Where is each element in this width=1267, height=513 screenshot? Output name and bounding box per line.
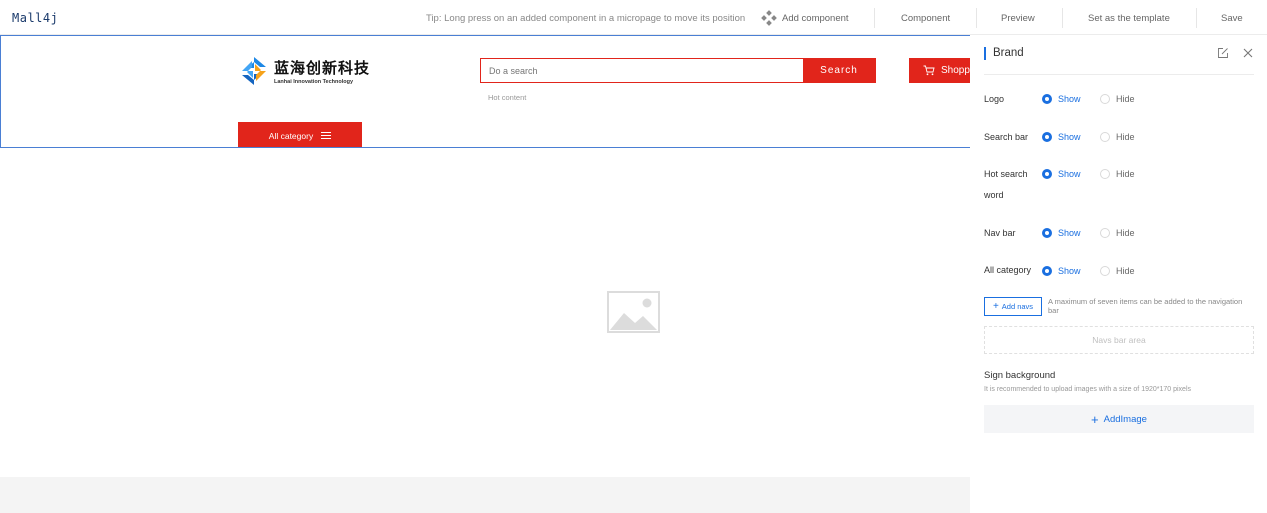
radio-checked-icon — [1042, 266, 1052, 276]
search-bar-show-radio[interactable]: Show — [1042, 132, 1081, 142]
all-category-row-label: All category — [984, 265, 1032, 275]
close-icon[interactable] — [1243, 47, 1253, 59]
add-component-button[interactable]: Add component — [761, 10, 849, 26]
plus-icon: + — [992, 301, 999, 312]
cart-icon — [923, 65, 935, 76]
logo-hide-radio[interactable]: Hide — [1100, 94, 1135, 104]
edit-icon[interactable] — [1217, 47, 1229, 59]
set-template-button[interactable]: Set as the template — [1088, 13, 1170, 24]
component-tab[interactable]: Component — [901, 13, 950, 24]
search-input[interactable] — [481, 59, 803, 82]
radio-checked-icon — [1042, 132, 1052, 142]
hot-content-text[interactable]: Hot content — [488, 93, 526, 102]
move-icon — [761, 10, 777, 26]
logo-show-radio[interactable]: Show — [1042, 94, 1081, 104]
hot-search-show-radio[interactable]: Show — [1042, 169, 1081, 179]
settings-panel: Brand Logo Show Hide Search bar Show Hid… — [970, 35, 1267, 513]
app-logo[interactable]: Mall4j — [12, 11, 58, 25]
list-icon — [321, 131, 332, 140]
save-button[interactable]: Save — [1221, 13, 1243, 24]
brand-mark-icon — [242, 57, 266, 85]
add-navs-label: Add navs — [1001, 302, 1034, 311]
hot-search-hide-radio[interactable]: Hide — [1100, 169, 1135, 179]
micropage-canvas: 蓝海创新科技 Lanhai Innovation Technology Sear… — [0, 35, 970, 513]
all-category-hide-radio[interactable]: Hide — [1100, 266, 1135, 276]
radio-checked-icon — [1042, 228, 1052, 238]
divider — [976, 8, 977, 28]
divider — [1062, 8, 1063, 28]
navs-bar-area[interactable]: Navs bar area — [984, 326, 1254, 354]
radio-unchecked-icon — [1100, 266, 1110, 276]
panel-actions — [1217, 47, 1253, 59]
radio-checked-icon — [1042, 94, 1052, 104]
search-button[interactable]: Search — [803, 59, 875, 82]
brand-logo[interactable]: 蓝海创新科技 Lanhai Innovation Technology — [238, 55, 370, 87]
preview-button[interactable]: Preview — [1001, 13, 1035, 24]
add-image-label: AddImage — [1103, 413, 1147, 425]
panel-title: Brand — [984, 47, 1024, 60]
add-image-button[interactable]: + AddImage — [984, 405, 1254, 433]
brand-text: 蓝海创新科技 Lanhai Innovation Technology — [274, 57, 370, 85]
selected-brand-component[interactable]: 蓝海创新科技 Lanhai Innovation Technology Sear… — [0, 35, 970, 148]
tip-text: Tip: Long press on an added component in… — [426, 13, 746, 24]
brand-name-cn: 蓝海创新科技 — [274, 59, 371, 77]
logo-row-label: Logo — [984, 94, 1005, 104]
search-bar: Search — [480, 58, 876, 83]
nav-bar-show-radio[interactable]: Show — [1042, 228, 1081, 238]
top-toolbar: Mall4j Tip: Long press on an added compo… — [0, 0, 1267, 35]
sign-background-tip: It is recommended to upload images with … — [984, 386, 1192, 393]
nav-bar-hide-radio[interactable]: Hide — [1100, 228, 1135, 238]
add-navs-tip: A maximum of seven items can be added to… — [1048, 297, 1243, 315]
footer-area — [0, 477, 970, 513]
hot-search-row-label: Hot search word — [984, 169, 1028, 200]
add-component-label: Add component — [782, 12, 849, 24]
add-navs-button[interactable]: + Add navs — [984, 297, 1042, 316]
radio-unchecked-icon — [1100, 228, 1110, 238]
shopping-cart-button[interactable]: Shopp — [909, 58, 970, 83]
nav-bar-row-label: Nav bar — [984, 228, 1016, 238]
sign-background-label: Sign background — [984, 370, 1056, 381]
cart-label: Shopp — [941, 65, 970, 76]
all-category-show-radio[interactable]: Show — [1042, 266, 1081, 276]
divider — [874, 8, 875, 28]
radio-unchecked-icon — [1100, 94, 1110, 104]
brand-name-en: Lanhai Innovation Technology — [274, 79, 354, 85]
radio-checked-icon — [1042, 169, 1052, 179]
all-category-label: All category — [268, 130, 314, 141]
radio-unchecked-icon — [1100, 132, 1110, 142]
plus-icon: + — [1091, 411, 1099, 427]
radio-unchecked-icon — [1100, 169, 1110, 179]
all-category-button[interactable]: All category — [238, 122, 362, 147]
image-placeholder-icon — [607, 291, 660, 333]
search-bar-hide-radio[interactable]: Hide — [1100, 132, 1135, 142]
divider — [984, 74, 1254, 75]
divider — [1196, 8, 1197, 28]
search-bar-row-label: Search bar — [984, 132, 1029, 142]
